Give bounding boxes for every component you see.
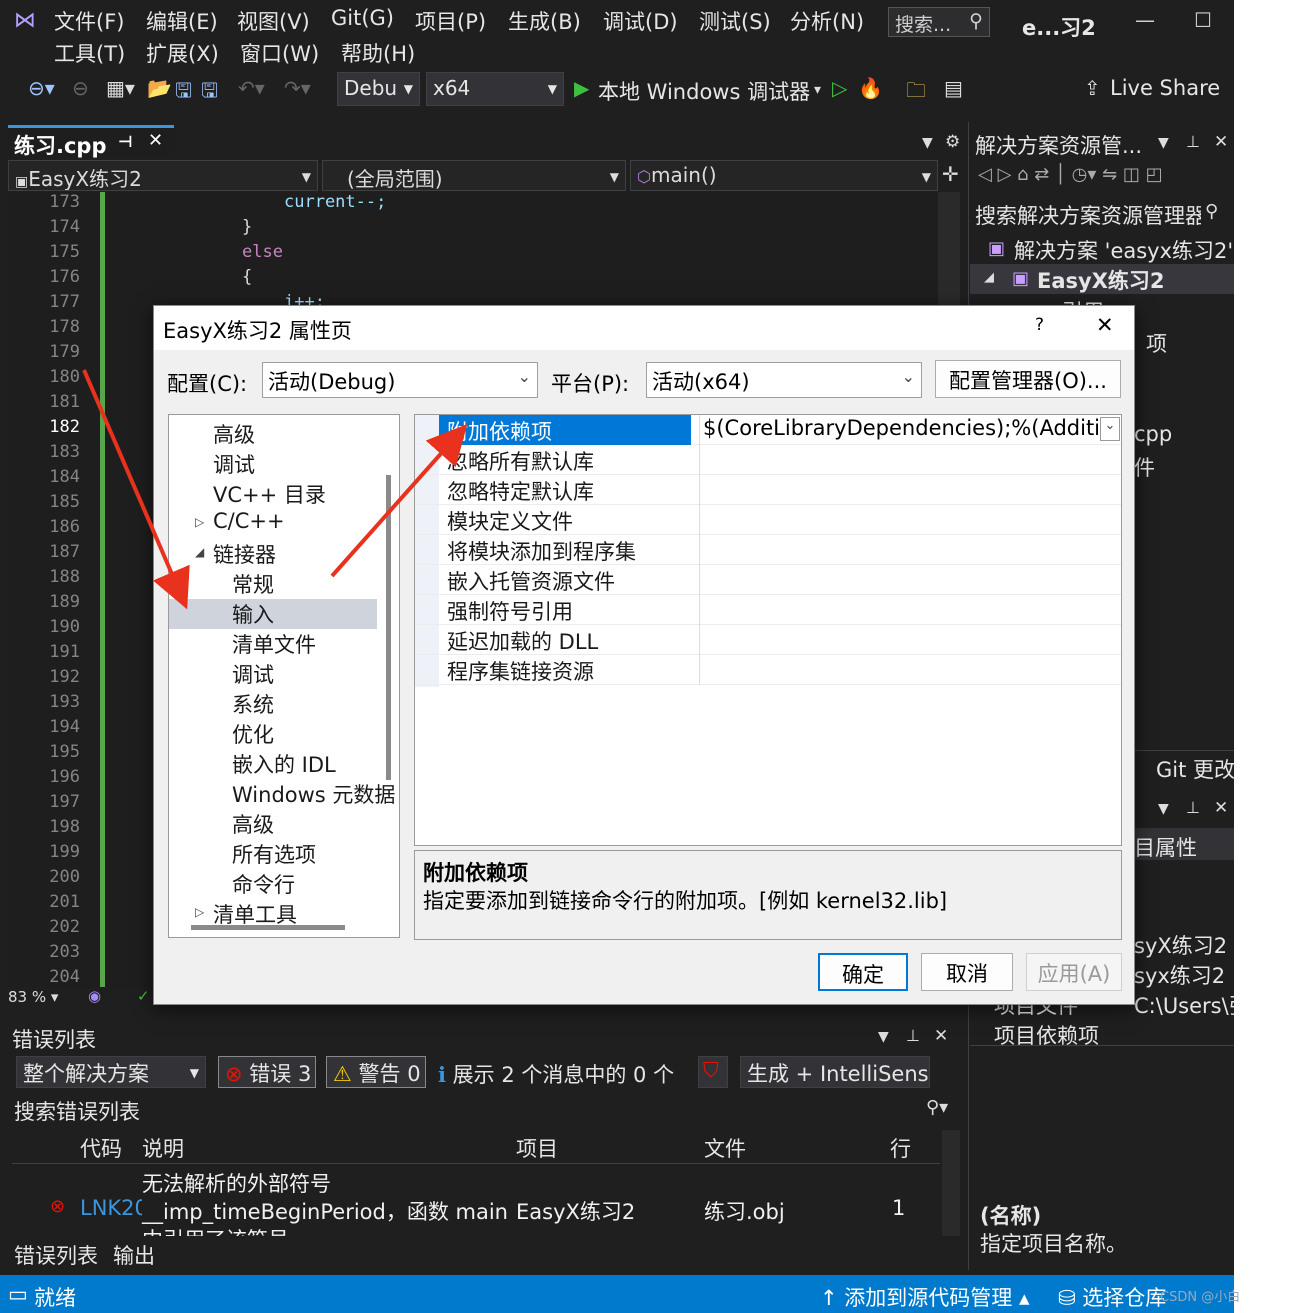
arrow-to-input bbox=[82, 369, 190, 610]
annotation-arrows bbox=[82, 369, 468, 610]
arrow-to-additional-deps bbox=[330, 424, 468, 578]
